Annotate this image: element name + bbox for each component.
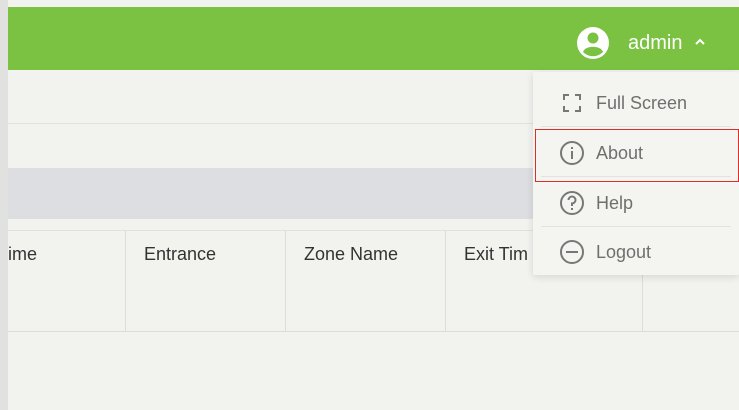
menu-item-help[interactable]: Help (533, 180, 739, 226)
chevron-up-icon (694, 34, 706, 52)
user-dropdown-menu: Full Screen About Help Logout (533, 72, 739, 275)
menu-label: About (596, 142, 644, 163)
username-label: admin (628, 31, 683, 54)
logout-icon (559, 239, 585, 265)
menu-divider (541, 126, 731, 127)
menu-item-full-screen[interactable]: Full Screen (533, 80, 739, 126)
menu-label: Logout (596, 241, 652, 262)
user-circle-icon (576, 26, 610, 60)
menu-divider (541, 226, 731, 227)
menu-label: Full Screen (596, 92, 688, 113)
menu-label: Help (596, 192, 634, 213)
fullscreen-icon (559, 90, 585, 116)
top-header-bar: admin (8, 7, 739, 70)
column-header-time[interactable]: ime (8, 231, 126, 331)
menu-divider (541, 176, 731, 177)
menu-item-logout[interactable]: Logout (533, 229, 739, 275)
left-gutter (0, 0, 8, 410)
app-page: admin ime Entrance Zone Name Exit Tim Fu… (0, 0, 739, 410)
menu-item-about[interactable]: About (533, 130, 739, 176)
column-header-zone-name[interactable]: Zone Name (286, 231, 446, 331)
info-icon (559, 140, 585, 166)
user-menu-trigger[interactable]: admin (576, 25, 706, 61)
help-icon (559, 190, 585, 216)
column-header-entrance[interactable]: Entrance (126, 231, 286, 331)
